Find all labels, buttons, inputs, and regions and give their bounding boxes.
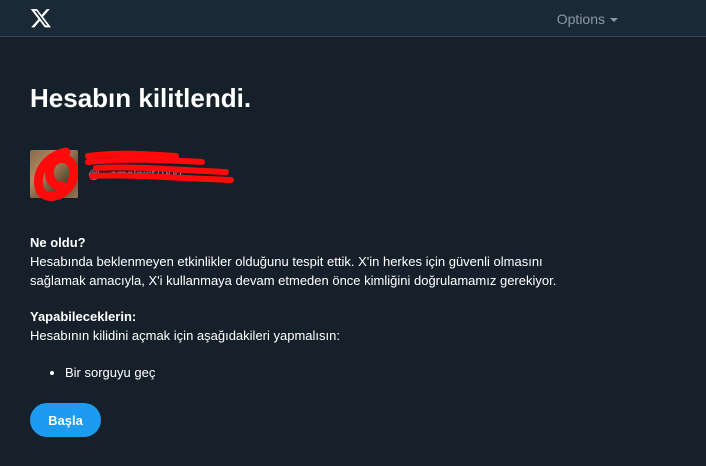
chevron-down-icon <box>610 18 618 22</box>
x-logo-icon[interactable] <box>30 7 52 29</box>
what-happened-section: Ne oldu? Hesabında beklenmeyen etkinlikl… <box>30 234 680 290</box>
what-happened-line-2: sağlamak amacıyla, X'i kullanmaya devam … <box>30 273 557 288</box>
what-happened-line-1: Hesabında beklenmeyen etkinlikler olduğu… <box>30 254 543 269</box>
list-item: Bir sorguyu geç <box>65 364 680 382</box>
start-button[interactable]: Başla <box>30 403 101 437</box>
account-handle: @...omaloist1900 <box>88 167 182 181</box>
account-card: @...omaloist1900 <box>30 147 680 202</box>
what-happened-heading: Ne oldu? <box>30 235 86 250</box>
main-content: Hesabın kilitlendi. @...omaloist1900 Ne … <box>30 82 680 437</box>
what-you-can-do-section: Yapabileceklerin: Hesabının kilidini açm… <box>30 308 680 382</box>
avatar <box>30 150 78 198</box>
what-you-can-do-text: Hesabının kilidini açmak için aşağıdakil… <box>30 328 340 343</box>
page-title: Hesabın kilitlendi. <box>30 83 252 113</box>
what-you-can-do-heading: Yapabileceklerin: <box>30 309 137 324</box>
top-bar: Options <box>0 0 706 37</box>
options-label[interactable]: Options <box>557 11 605 27</box>
steps-list: Bir sorguyu geç <box>30 364 680 382</box>
options-menu[interactable]: Options <box>557 11 618 27</box>
